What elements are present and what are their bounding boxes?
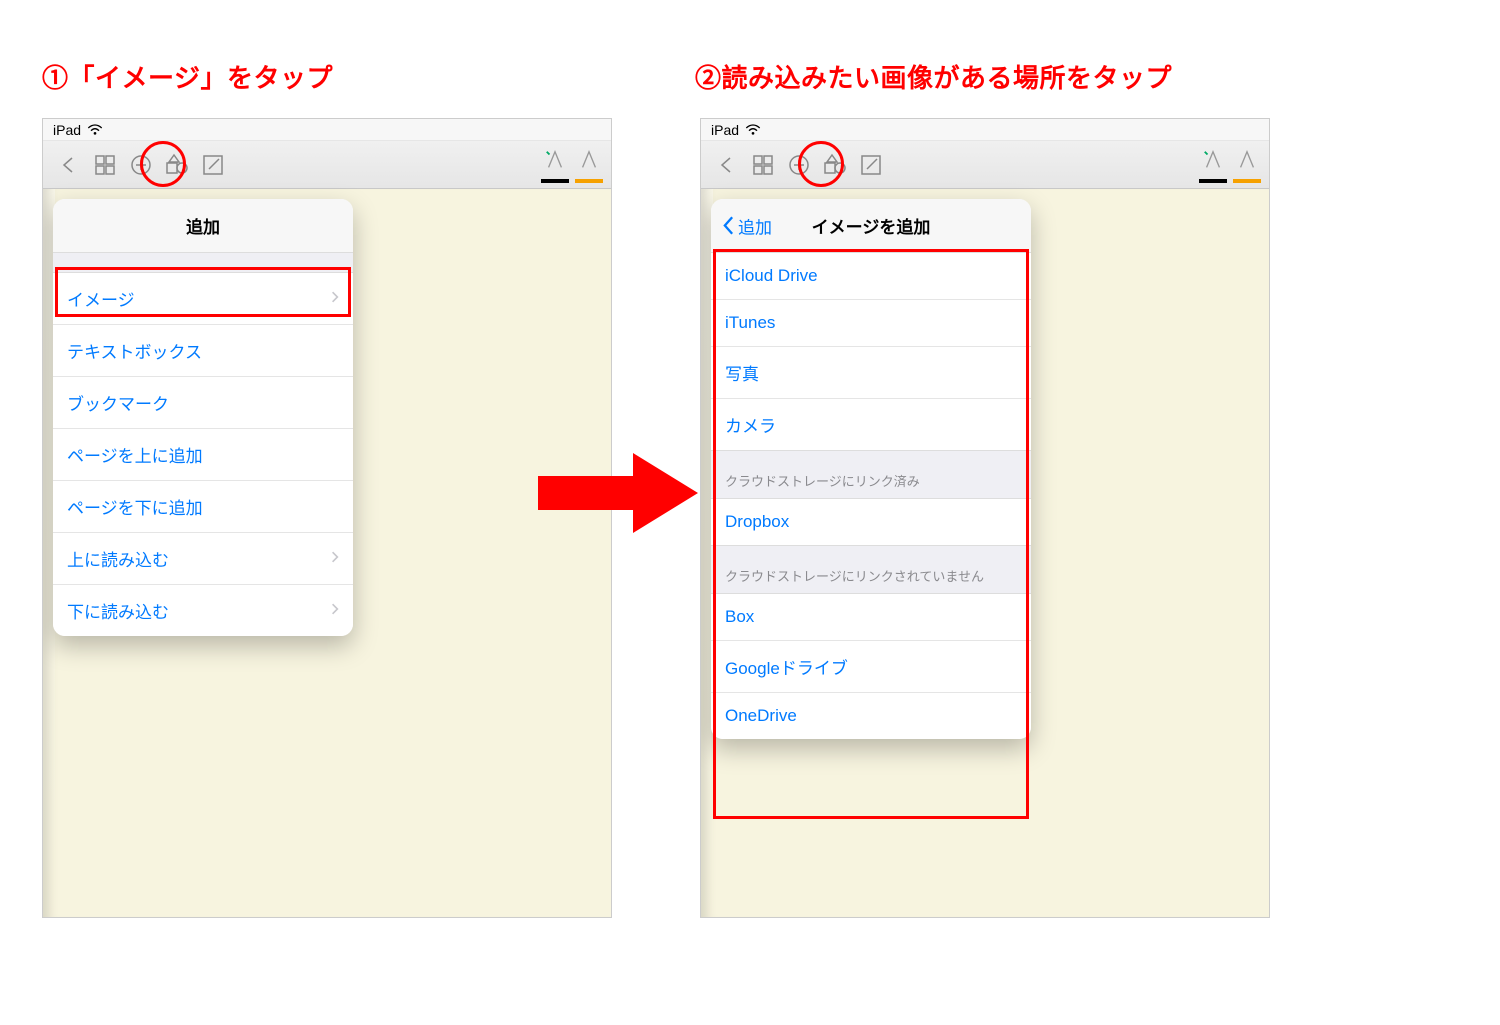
popup-item[interactable]: Box: [711, 594, 1031, 641]
instruction-caption-left: ①「イメージ」をタップ: [42, 58, 333, 95]
popup-item-label: ページを下に追加: [67, 494, 203, 519]
popup-item-label: Dropbox: [725, 512, 789, 532]
add-button[interactable]: [781, 147, 817, 183]
shapes-button[interactable]: [817, 147, 853, 183]
shapes-button[interactable]: [159, 147, 195, 183]
chevron-right-icon: [331, 601, 339, 621]
edit-button[interactable]: [853, 147, 889, 183]
popup-item[interactable]: iTunes: [711, 300, 1031, 347]
popup-item-label: テキストボックス: [67, 338, 202, 363]
popup-item[interactable]: Dropbox: [711, 499, 1031, 545]
edit-button[interactable]: [195, 147, 231, 183]
device-label: iPad: [53, 122, 81, 138]
add-image-popup: 追加 イメージを追加 iCloud Drive iTunes 写真カメラ クラウドス…: [711, 199, 1031, 739]
popup-item-label: 上に読み込む: [67, 546, 169, 571]
popup-item[interactable]: テキストボックス: [53, 325, 353, 377]
popup-item[interactable]: 下に読み込む: [53, 585, 353, 636]
popup-item[interactable]: Googleドライブ: [711, 641, 1031, 693]
popup-item-label: iCloud Drive: [725, 266, 818, 286]
wifi-icon: [87, 123, 103, 137]
popup-item[interactable]: OneDrive: [711, 693, 1031, 739]
popup-item-label: カメラ: [725, 412, 776, 437]
status-bar: iPad: [701, 119, 1269, 141]
toolbar: [43, 141, 611, 189]
status-bar: iPad: [43, 119, 611, 141]
popup-item[interactable]: ブックマーク: [53, 377, 353, 429]
popup-item-label: 下に読み込む: [67, 598, 169, 623]
popup-title: 追加: [53, 199, 353, 253]
device-label: iPad: [711, 122, 739, 138]
popup-item-label: ページを上に追加: [67, 442, 203, 467]
toolbar: [701, 141, 1269, 189]
screenshot-left: iPad: [42, 118, 612, 918]
wifi-icon: [745, 123, 761, 137]
chevron-right-icon: [331, 289, 339, 309]
popup-item[interactable]: iCloud Drive: [711, 253, 1031, 300]
popup-item[interactable]: ページを下に追加: [53, 481, 353, 533]
popup-item[interactable]: カメラ: [711, 399, 1031, 450]
popup-item-label: iTunes: [725, 313, 775, 333]
popup-item-label: OneDrive: [725, 706, 797, 726]
popup-item[interactable]: ページを上に追加: [53, 429, 353, 481]
grid-button[interactable]: [87, 147, 123, 183]
section-unlinked-label: クラウドストレージにリンクされていません: [711, 545, 1031, 594]
pen-tool-black[interactable]: [1199, 147, 1227, 183]
add-popup: 追加 イメージテキストボックスブックマークページを上に追加ページを下に追加上に読…: [53, 199, 353, 636]
popup-item-label: Googleドライブ: [725, 654, 848, 679]
add-button[interactable]: [123, 147, 159, 183]
screenshot-right: iPad: [700, 118, 1270, 918]
chevron-right-icon: [331, 549, 339, 569]
section-linked-label: クラウドストレージにリンク済み: [711, 450, 1031, 499]
popup-back-label: 追加: [738, 213, 772, 238]
popup-item-label: ブックマーク: [67, 390, 169, 415]
popup-title: 追加 イメージを追加: [711, 199, 1031, 253]
highlighter-tool-orange[interactable]: [575, 147, 603, 183]
popup-item-label: イメージ: [67, 286, 135, 311]
highlighter-tool-orange[interactable]: [1233, 147, 1261, 183]
arrow-icon: [538, 448, 698, 543]
popup-item[interactable]: 写真: [711, 347, 1031, 399]
popup-item[interactable]: イメージ: [53, 273, 353, 325]
instruction-caption-right: ②読み込みたい画像がある場所をタップ: [695, 58, 1172, 95]
popup-back-button[interactable]: 追加: [721, 213, 772, 238]
pen-tool-black[interactable]: [541, 147, 569, 183]
popup-item-label: 写真: [725, 360, 759, 385]
popup-item-label: Box: [725, 607, 754, 627]
back-button[interactable]: [51, 147, 87, 183]
grid-button[interactable]: [745, 147, 781, 183]
back-button[interactable]: [709, 147, 745, 183]
popup-item[interactable]: 上に読み込む: [53, 533, 353, 585]
